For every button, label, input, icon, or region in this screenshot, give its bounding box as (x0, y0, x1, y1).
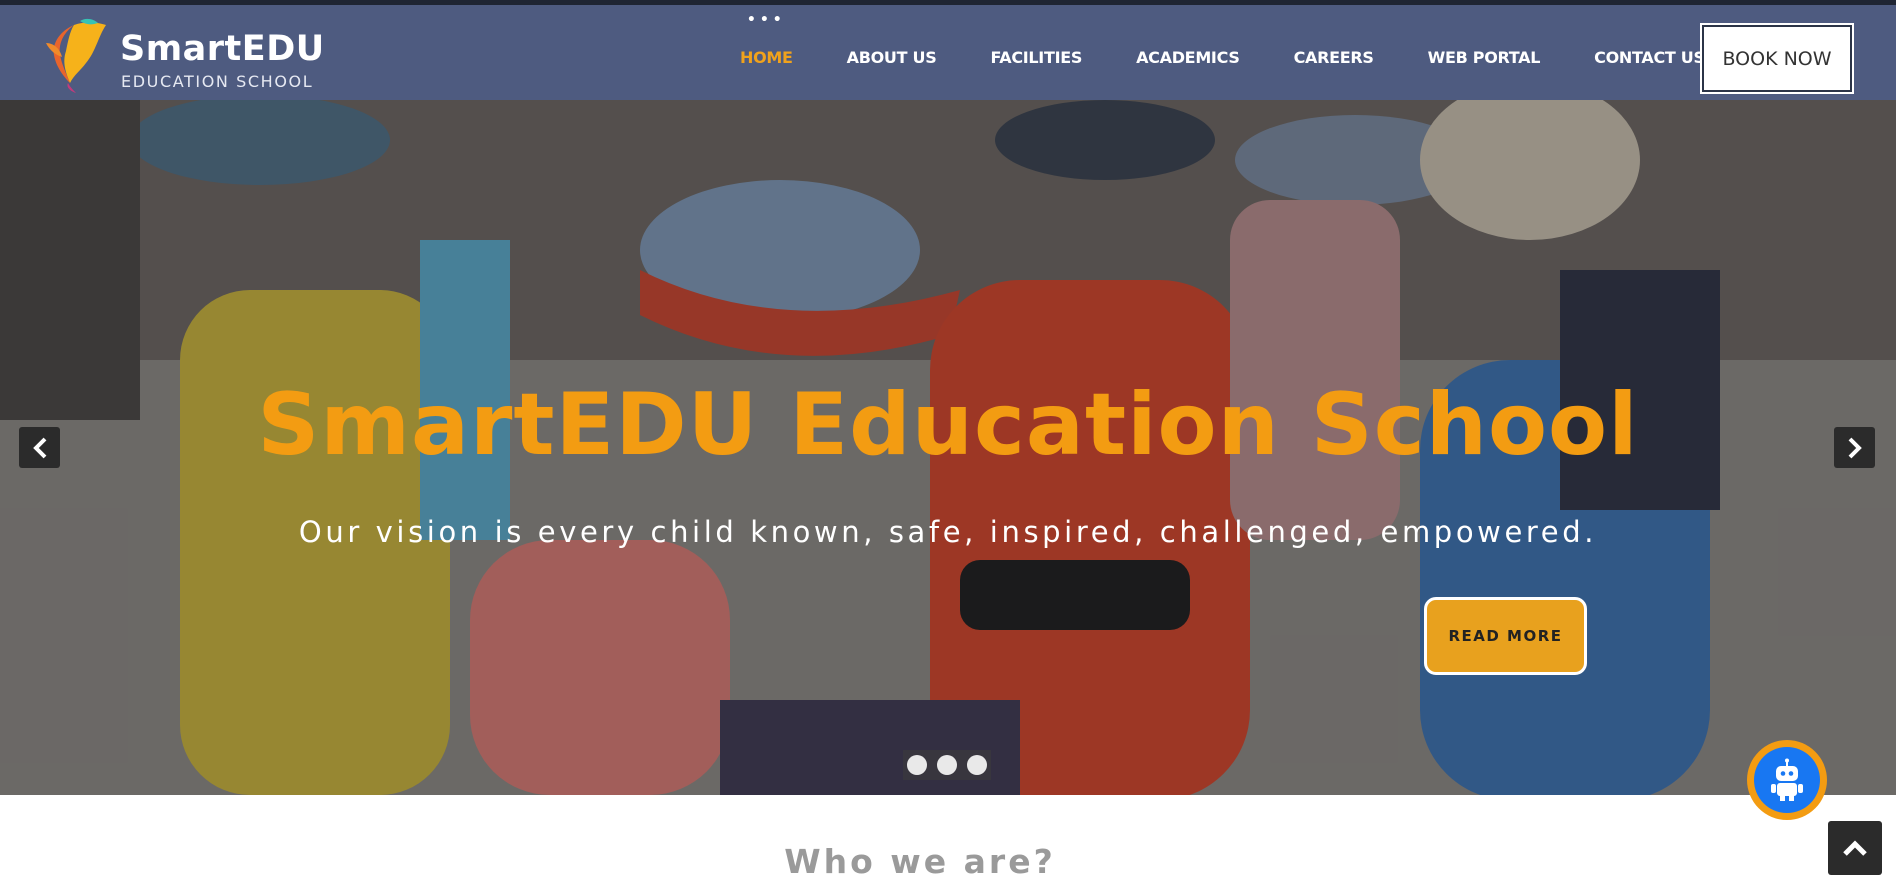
nav-item-label: CAREERS (1293, 48, 1374, 67)
section-heading: Who we are? (784, 842, 1056, 881)
nav-item-home[interactable]: ••• HOME (740, 12, 793, 67)
hero-title: SmartEDU Education School (257, 375, 1639, 475)
nav-item-web-portal[interactable]: WEB PORTAL (1428, 48, 1541, 67)
nav-item-label: WEB PORTAL (1427, 48, 1541, 67)
nav-item-label: FACILITIES (990, 48, 1083, 67)
site-logo[interactable]: SmartEDU EDUCATION SCHOOL (40, 15, 330, 95)
nav-item-careers[interactable]: CAREERS (1294, 48, 1374, 67)
slide-dot-2[interactable] (937, 755, 957, 775)
active-indicator-dots: ••• (746, 12, 786, 28)
site-header: SmartEDU EDUCATION SCHOOL ••• HOME ABOUT… (0, 5, 1896, 100)
chatbot-launcher-inner (1754, 747, 1820, 813)
chevron-right-icon (1848, 437, 1862, 458)
nav-item-label: HOME (740, 48, 793, 67)
robot-icon (1771, 758, 1803, 801)
nav-item-academics[interactable]: ACADEMICS (1136, 48, 1240, 67)
nav-item-contact-us[interactable]: CONTACT US (1594, 48, 1705, 67)
nav-item-label: ACADEMICS (1136, 48, 1240, 67)
brand-name: SmartEDU (120, 29, 325, 69)
chevron-up-icon (1843, 840, 1867, 856)
brand-subtitle: EDUCATION SCHOOL (121, 72, 314, 91)
chatbot-launcher[interactable] (1747, 740, 1827, 820)
nav-item-label: CONTACT US (1594, 48, 1705, 67)
nav-item-facilities[interactable]: FACILITIES (990, 48, 1082, 67)
slider-pagination (903, 750, 991, 780)
slide-dot-3[interactable] (967, 755, 987, 775)
book-now-button[interactable]: BOOK NOW (1700, 23, 1854, 94)
hero-slider: SmartEDU Education School Our vision is … (0, 100, 1896, 795)
slide-dot-1[interactable] (907, 755, 927, 775)
logo-bird-icon (46, 18, 106, 93)
scroll-to-top-button[interactable] (1828, 821, 1882, 875)
main-nav: ••• HOME ABOUT US FACILITIES ACADEMICS C… (740, 10, 1759, 105)
slider-prev-button[interactable] (19, 427, 60, 468)
chevron-left-icon (32, 437, 46, 458)
hero-tagline: Our vision is every child known, safe, i… (298, 515, 1598, 549)
nav-item-label: ABOUT US (846, 48, 937, 67)
nav-item-about-us[interactable]: ABOUT US (847, 48, 937, 67)
slider-next-button[interactable] (1834, 427, 1875, 468)
read-more-button[interactable]: READ MORE (1424, 597, 1587, 675)
